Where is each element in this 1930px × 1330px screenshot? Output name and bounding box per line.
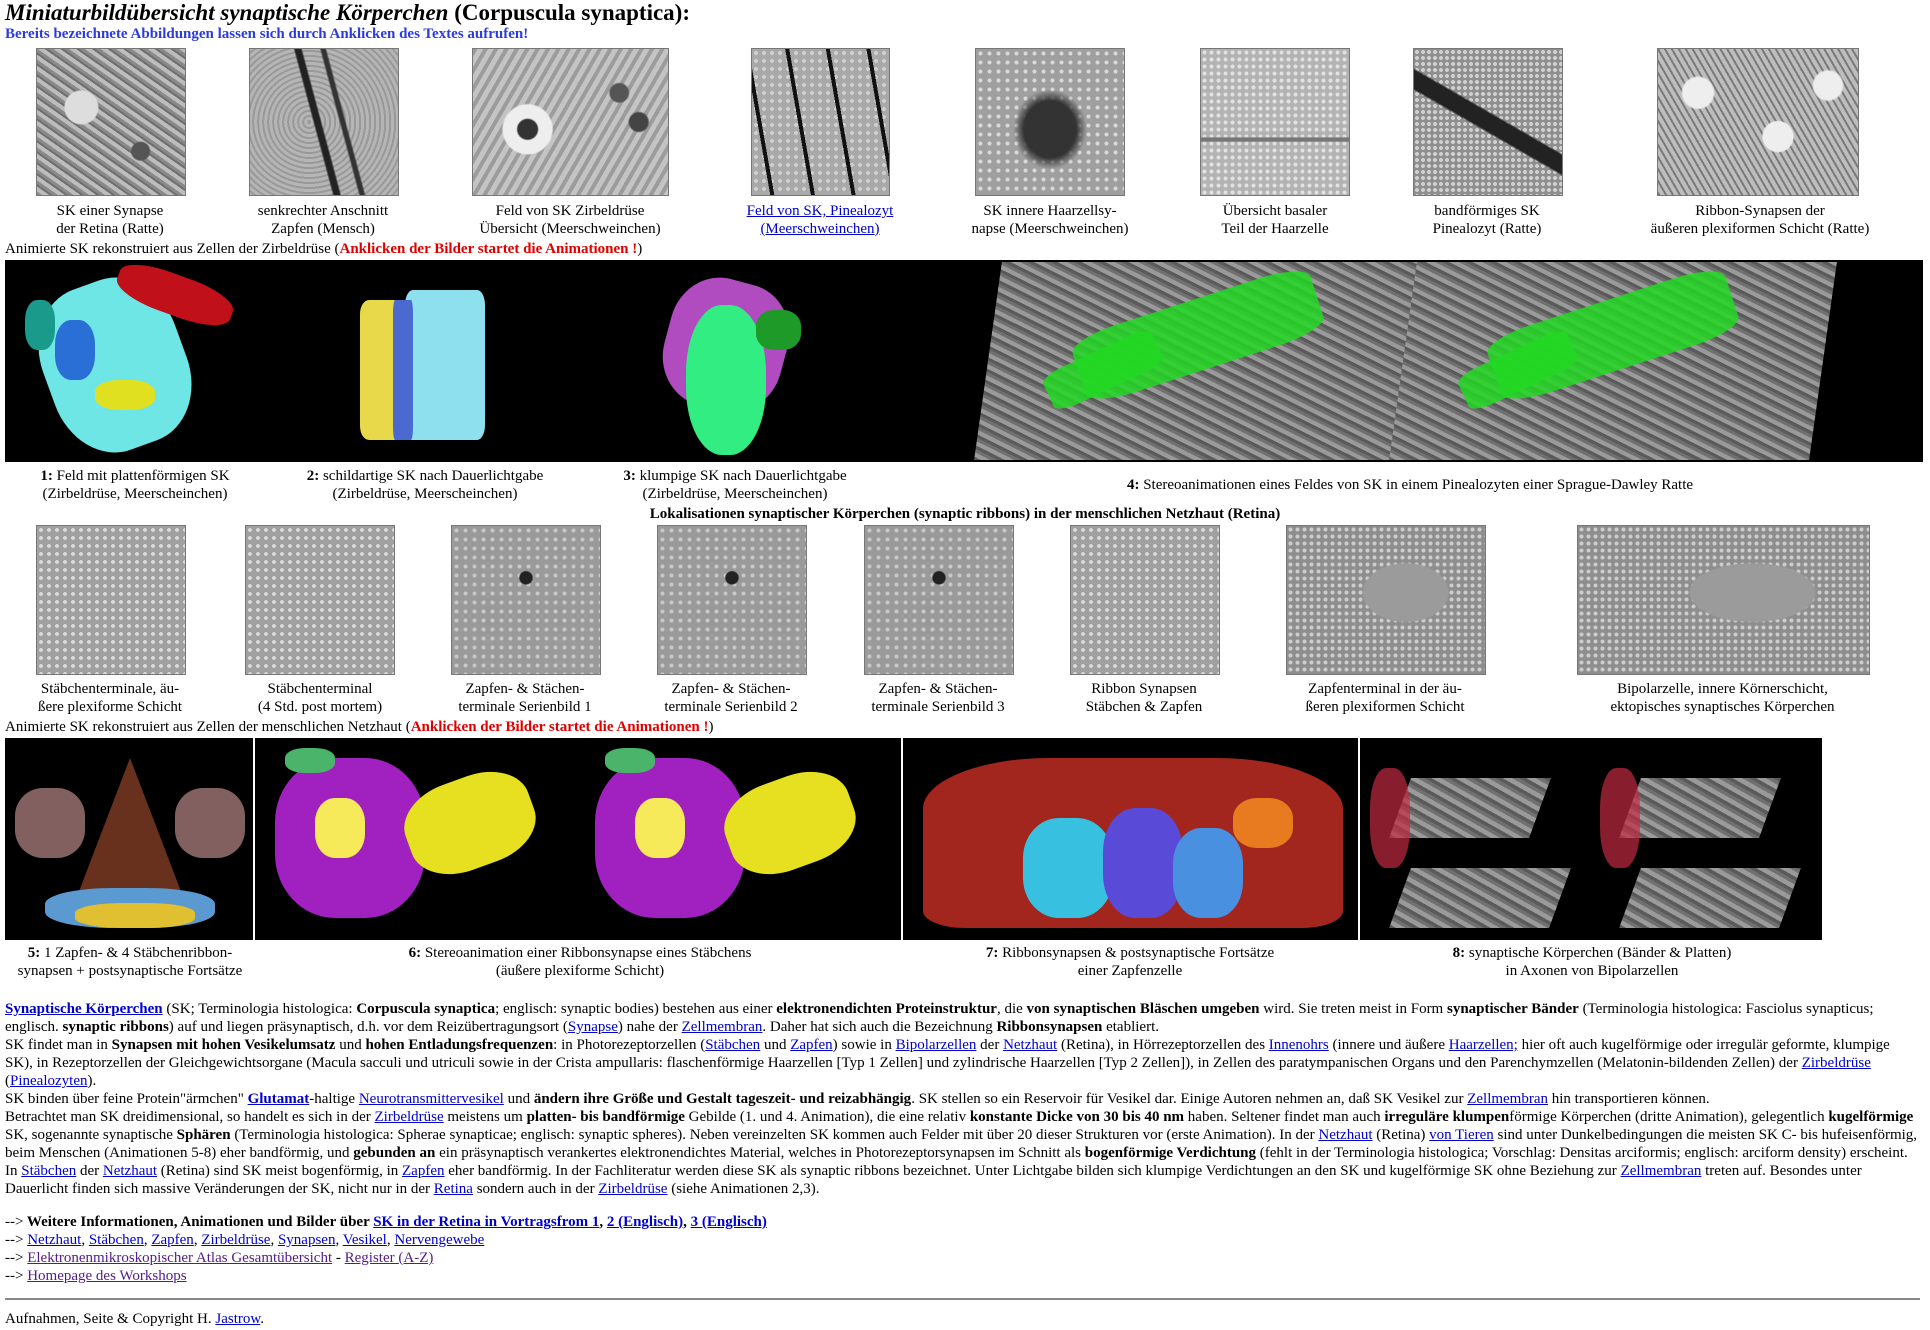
divider	[5, 1298, 1920, 1300]
caption-row1-3: Feld von SK Zirbeldrüse Übersicht (Meersc…	[479, 203, 661, 237]
caption-row1-6: Übersicht basaler Teil der Haarzelle	[1221, 203, 1329, 237]
caption-row2-1: Stäbchenterminale, äu-ßere plexiforme Sc…	[37, 681, 183, 715]
caption-animation-5: 5: 1 Zapfen- & 4 Stäbchenribbon-synapsen…	[17, 945, 243, 979]
body-text: Synaptische Körperchen (SK; Terminologia…	[5, 1001, 1918, 1197]
thumb-serienbild-2[interactable]	[657, 525, 807, 675]
link-zellmembran-3[interactable]: Zellmembran	[1621, 1163, 1702, 1179]
animation-7-zapfenzelle[interactable]	[903, 738, 1358, 940]
link-em-atlas-uebersicht[interactable]: Elektronenmikroskopischer Atlas Gesamtüb…	[27, 1250, 332, 1266]
link-haarzellen[interactable]: Haarzellen;	[1449, 1037, 1518, 1053]
link-netzhaut[interactable]: Netzhaut	[1003, 1037, 1057, 1053]
animation-4-stereoanimation-pinealozyt[interactable]	[883, 260, 1923, 462]
nav-line-4: --> Homepage des Workshops	[5, 1268, 187, 1284]
thumb-basaler-teil-haarzelle[interactable]	[1200, 48, 1350, 196]
link-von-tieren[interactable]: von Tieren	[1429, 1127, 1494, 1143]
nav-link-nervengewebe[interactable]: Nervengewebe	[394, 1232, 484, 1248]
link-register[interactable]: Register (A-Z)	[345, 1250, 434, 1266]
caption-animation-3: 3: klumpige SK nach Dauerlichtgabe (Zirbe…	[623, 468, 847, 502]
link-bipolarzellen[interactable]: Bipolarzellen	[896, 1037, 977, 1053]
link-vortrag-2-englisch[interactable]: 2 (Englisch)	[607, 1214, 683, 1230]
thumb-sk-retina-ratte[interactable]	[36, 48, 186, 196]
anim-heading-zirbeldruese: Animierte SK rekonstruiert aus Zellen de…	[5, 241, 643, 257]
link-zellmembran[interactable]: Zellmembran	[682, 1019, 763, 1035]
link-zirbeldruese-3[interactable]: Zirbeldrüse	[598, 1181, 667, 1197]
nav-link-zapfen[interactable]: Zapfen	[151, 1232, 193, 1248]
link-staebchen[interactable]: Stäbchen	[705, 1037, 760, 1053]
thumb-serienbild-1[interactable]	[451, 525, 601, 675]
caption-animation-7: 7: Ribbonsynapsen & postsynaptische Fort…	[985, 945, 1275, 979]
thumb-zapfenterminal[interactable]	[1286, 525, 1486, 675]
thumb-staebchenterminal-post-mortem[interactable]	[245, 525, 395, 675]
link-glutamat[interactable]: Glutamat	[248, 1091, 310, 1107]
animation-2-schildartige-sk[interactable]	[265, 260, 581, 462]
thumb-bandfoermiges-sk[interactable]	[1413, 48, 1563, 196]
animation-3-klumpige-sk[interactable]	[581, 260, 883, 462]
caption-row2-7: Zapfenterminal in der äu-ßeren plexiform…	[1305, 681, 1465, 715]
thumb-ribbon-synapsen-ratte[interactable]	[1657, 48, 1859, 196]
link-vortrag-3-englisch[interactable]: 3 (Englisch)	[691, 1214, 767, 1230]
link-zapfen[interactable]: Zapfen	[790, 1037, 832, 1053]
thumb-senkrechter-anschnitt[interactable]	[249, 48, 399, 196]
thumb-haarzellsynapse[interactable]	[975, 48, 1125, 196]
link-innenohr[interactable]: Innenohrs	[1269, 1037, 1329, 1053]
link-retina[interactable]: Retina	[434, 1181, 473, 1197]
thumb-serienbild-3[interactable]	[864, 525, 1014, 675]
animation-5-zapfen-staebchen[interactable]	[5, 738, 253, 940]
thumb-feld-zirbeldruese[interactable]	[472, 48, 669, 196]
nav-line-1: --> Weitere Informationen, Animationen u…	[5, 1214, 767, 1230]
link-neurotransmittervesikel[interactable]: Neurotransmittervesikel	[359, 1091, 504, 1107]
link-pinealozyten[interactable]: Pinealozyten	[10, 1073, 87, 1089]
link-sk-retina-vortrag-1[interactable]: SK in der Retina in Vortragsfrom 1	[373, 1214, 599, 1230]
link-netzhaut-2[interactable]: Netzhaut	[1318, 1127, 1372, 1143]
link-jastrow[interactable]: Jastrow	[215, 1311, 260, 1327]
caption-row1-4-link[interactable]: Feld von SK, Pinealozyt (Meerschweinchen)	[720, 202, 920, 238]
link-staebchen-2[interactable]: Stäbchen	[21, 1163, 76, 1179]
nav-line-2: --> Netzhaut, Stäbchen, Zapfen, Zirbeldr…	[5, 1232, 485, 1248]
caption-row1-8: Ribbon-Synapsen der äußeren plexiformen S…	[1650, 203, 1870, 237]
nav-line-3: --> Elektronenmikroskopischer Atlas Gesa…	[5, 1250, 434, 1266]
caption-row1-2: senkrechter Anschnitt Zapfen (Mensch)	[257, 203, 389, 237]
caption-row2-8: Bipolarzelle, innere Körnerschicht, ektop…	[1610, 681, 1835, 715]
caption-row2-3: Zapfen- & Stächen-terminale Serienbild 1	[458, 681, 592, 715]
retina-section-heading: Lokalisationen synaptischer Körperchen (…	[649, 506, 1281, 522]
link-homepage-workshop[interactable]: Homepage des Workshops	[27, 1268, 186, 1284]
thumb-feld-pinealozyt[interactable]	[751, 48, 890, 196]
caption-row2-2: Stäbchenterminal (4 Std. post mortem)	[257, 681, 383, 715]
caption-animation-6: 6: Stereoanimation einer Ribbonsynapse e…	[408, 945, 752, 979]
anim-heading-netzhaut: Animierte SK rekonstruiert aus Zellen de…	[5, 719, 714, 735]
footer: Aufnahmen, Seite & Copyright H. Jastrow.	[5, 1311, 264, 1327]
nav-link-vesikel[interactable]: Vesikel	[343, 1232, 387, 1248]
caption-row2-4: Zapfen- & Stächen-terminale Serienbild 2	[664, 681, 798, 715]
caption-row1-7: bandförmiges SK Pinealozyt (Ratte)	[1432, 203, 1542, 237]
animation-8-bipolarzellen-axone[interactable]	[1360, 738, 1822, 940]
subnote: Bereits bezeichnete Abbildungen lassen s…	[5, 26, 529, 42]
caption-row2-6: Ribbon Synapsen Stäbchen & Zapfen	[1085, 681, 1203, 715]
thumb-ribbon-synapsen-staebchen-zapfen[interactable]	[1070, 525, 1220, 675]
nav-link-staebchen[interactable]: Stäbchen	[89, 1232, 144, 1248]
link-zirbeldruese[interactable]: Zirbeldrüse	[1802, 1055, 1871, 1071]
caption-row2-5: Zapfen- & Stächen-terminale Serienbild 3	[871, 681, 1005, 715]
caption-animation-8: 8: synaptische Körperchen (Bänder & Plat…	[1452, 945, 1732, 979]
link-synaptische-koerperchen[interactable]: Synaptische Körperchen	[5, 1001, 163, 1017]
link-zellmembran-2[interactable]: Zellmembran	[1467, 1091, 1548, 1107]
nav-link-zirbeldruese[interactable]: Zirbeldrüse	[201, 1232, 270, 1248]
nav-link-synapsen[interactable]: Synapsen	[278, 1232, 336, 1248]
caption-row1-1: SK einer Synapse der Retina (Ratte)	[56, 203, 164, 237]
animation-6-stereoanimation-ribbonsynapse[interactable]	[255, 738, 901, 940]
page-title: Miniaturbildübersicht synaptische Körper…	[5, 0, 690, 25]
thumb-bipolarzelle[interactable]	[1577, 525, 1870, 675]
caption-animation-4: 4: Stereoanimationen eines Feldes von SK…	[1126, 477, 1694, 493]
thumb-staebchenterminale[interactable]	[36, 525, 186, 675]
caption-row1-5: SK innere Haarzellsy-napse (Meerschweinc…	[971, 203, 1129, 237]
link-zapfen-2[interactable]: Zapfen	[402, 1163, 444, 1179]
link-synapse[interactable]: Synapse	[568, 1019, 618, 1035]
nav-link-netzhaut[interactable]: Netzhaut	[27, 1232, 81, 1248]
animation-1-plattenfoermige-sk[interactable]	[5, 260, 265, 462]
caption-animation-2: 2: schildartige SK nach Dauerlichtgabe (Z…	[306, 468, 544, 502]
link-zirbeldruese-2[interactable]: Zirbeldrüse	[375, 1109, 444, 1125]
link-netzhaut-3[interactable]: Netzhaut	[103, 1163, 157, 1179]
caption-animation-1: 1: Feld mit plattenförmigen SK (Zirbeldrü…	[40, 468, 230, 502]
page: Miniaturbildübersicht synaptische Körper…	[0, 0, 1930, 1330]
